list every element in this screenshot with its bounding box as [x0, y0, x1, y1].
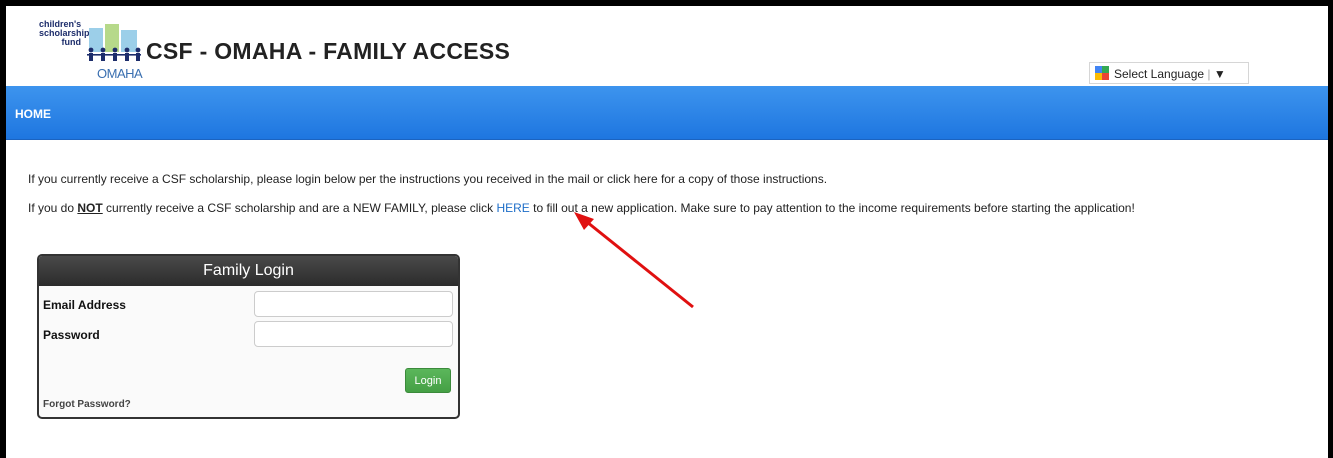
red-arrow-annotation [574, 212, 694, 309]
chevron-down-icon: ▼ [1213, 67, 1226, 81]
language-select-value: Select Language | ▼ [1114, 67, 1226, 81]
logo-text: children's scholarship fund [39, 20, 90, 47]
login-panel-title: Family Login [39, 256, 458, 286]
new-application-link[interactable]: HERE [496, 201, 529, 215]
language-select-label: Select Language [1114, 67, 1205, 81]
language-select[interactable]: Select Language | ▼ [1089, 62, 1249, 84]
p2-text-a: If you do [28, 201, 78, 215]
email-field[interactable] [254, 291, 453, 317]
p2-not-emphasis: NOT [77, 201, 103, 215]
page-title: CSF - OMAHA - FAMILY ACCESS [146, 38, 511, 64]
nav-bar: HOME [6, 86, 1328, 140]
csf-omaha-logo[interactable]: children's scholarship fund OMAHA [37, 18, 146, 84]
returning-family-instructions: If you currently receive a CSF scholarsh… [28, 172, 828, 186]
logo-line3: fund [61, 37, 82, 47]
family-login-panel: Family Login Email Address Password Logi… [37, 254, 460, 419]
password-label: Password [43, 328, 100, 342]
email-label: Email Address [43, 298, 126, 312]
logo-buildings-icon [87, 24, 141, 61]
password-field[interactable] [254, 321, 453, 347]
p2-text-b: currently receive a CSF scholarship and … [102, 201, 497, 215]
login-button[interactable]: Login [405, 368, 451, 393]
forgot-password-link[interactable]: Forgot Password? [43, 399, 131, 410]
logo-city: OMAHA [97, 66, 143, 81]
google-translate-icon [1095, 66, 1109, 80]
nav-home-link[interactable]: HOME [15, 107, 51, 121]
